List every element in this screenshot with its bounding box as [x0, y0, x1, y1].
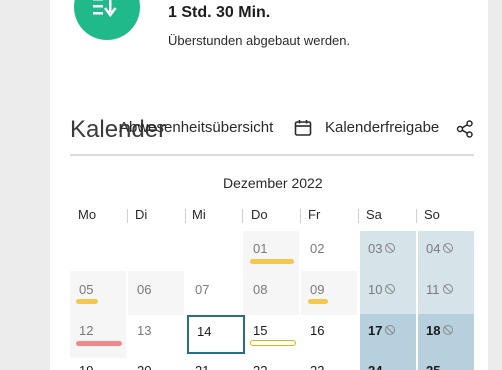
- day-cell[interactable]: 23: [301, 358, 357, 370]
- day-cell[interactable]: 20: [128, 358, 184, 370]
- day-cell-weekend[interactable]: 24: [360, 358, 416, 370]
- arrow-down-list-icon: [93, 0, 117, 18]
- calendar-share-link[interactable]: Kalenderfreigabe: [325, 119, 439, 136]
- weekday-mo: Mo: [78, 207, 97, 222]
- day-cell[interactable]: 02: [301, 231, 357, 275]
- weekday-separator: [358, 209, 359, 223]
- sick-bar: [76, 341, 122, 346]
- weekday-separator: [416, 209, 417, 223]
- absence-overview-link[interactable]: Abwesenheitsübersicht: [119, 119, 273, 136]
- weekday-so: So: [424, 207, 440, 222]
- day-cell[interactable]: 19: [70, 358, 126, 370]
- day-cell-weekend[interactable]: 25: [418, 358, 474, 370]
- card-edge: [488, 0, 502, 370]
- day-cell[interactable]: 08: [243, 271, 299, 315]
- overtime-hours: 1 Std. 30 Min.: [168, 4, 271, 21]
- absence-bar: [308, 299, 328, 304]
- overtime-description: Überstunden abgebaut werden.: [168, 33, 351, 48]
- day-cell-weekend[interactable]: 03: [360, 231, 416, 275]
- weekday-sa: Sa: [366, 207, 382, 222]
- non-working-icon: [443, 325, 453, 335]
- weekday-separator: [185, 209, 186, 223]
- day-cell[interactable]: 01: [243, 231, 299, 275]
- day-cell[interactable]: 16: [301, 314, 357, 358]
- day-cell-weekend[interactable]: 17: [360, 314, 416, 358]
- weekday-do: Do: [251, 207, 268, 222]
- non-working-icon: [443, 284, 453, 294]
- day-cell[interactable]: 12: [70, 314, 126, 358]
- day-cell-weekend[interactable]: 18: [418, 314, 474, 358]
- day-cell-weekend[interactable]: 04: [418, 231, 474, 275]
- absence-bar: [250, 259, 294, 264]
- day-cell[interactable]: 05: [70, 271, 126, 315]
- day-cell-weekend[interactable]: 11: [418, 271, 474, 315]
- weekday-mi: Mi: [192, 207, 206, 222]
- day-cell[interactable]: 06: [128, 271, 184, 315]
- non-working-icon: [385, 243, 395, 253]
- non-working-icon: [385, 325, 395, 335]
- day-cell[interactable]: 21: [186, 358, 242, 370]
- pending-absence-bar: [250, 340, 296, 346]
- weekday-separator: [300, 209, 301, 223]
- non-working-icon: [385, 284, 395, 294]
- weekday-di: Di: [135, 207, 148, 222]
- calendar-icon[interactable]: [294, 119, 312, 137]
- month-label: Dezember 2022: [223, 175, 323, 191]
- day-cell[interactable]: 09: [301, 271, 357, 315]
- weekday-separator: [242, 209, 243, 223]
- absence-bar: [76, 299, 98, 304]
- title-divider: [70, 154, 474, 156]
- non-working-icon: [443, 243, 453, 253]
- day-cell-weekend[interactable]: 10: [360, 271, 416, 315]
- weekday-separator: [127, 209, 128, 223]
- day-cell[interactable]: 13: [128, 314, 184, 358]
- day-cell[interactable]: 22: [243, 358, 299, 370]
- day-cell[interactable]: 15: [243, 314, 299, 358]
- weekday-fr: Fr: [308, 207, 321, 222]
- share-icon[interactable]: [456, 120, 474, 138]
- today-cell[interactable]: 14: [187, 315, 245, 354]
- day-cell[interactable]: 07: [186, 271, 242, 315]
